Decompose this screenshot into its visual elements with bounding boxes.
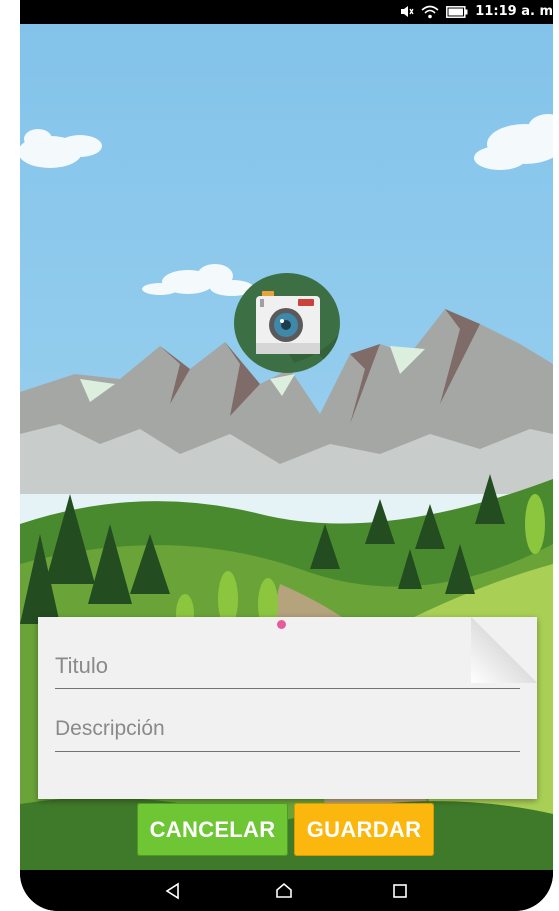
navigation-bar: [20, 870, 553, 911]
back-icon[interactable]: [161, 879, 185, 903]
status-bar: 11:19 a. m: [20, 0, 553, 24]
description-input[interactable]: [55, 707, 520, 751]
note-form-card: [38, 617, 537, 799]
save-button[interactable]: GUARDAR: [294, 803, 434, 856]
battery-icon: [446, 5, 468, 18]
pin-dot: [277, 620, 286, 629]
title-input[interactable]: [55, 644, 520, 688]
camera-button[interactable]: [234, 273, 340, 373]
camera-icon: [256, 291, 340, 373]
clock: 11:19 a. m: [475, 4, 553, 19]
phone-screen: 11:19 a. m Titulo Descripción CANCELAR G…: [20, 0, 553, 911]
status-icons: 11:19 a. m: [400, 4, 553, 19]
description-field: [55, 707, 520, 752]
cancel-button[interactable]: CANCELAR: [137, 803, 288, 856]
title-field: [55, 644, 520, 689]
mute-icon: [401, 6, 414, 17]
home-icon[interactable]: [272, 879, 296, 903]
wifi-icon: [421, 5, 439, 18]
recents-icon[interactable]: [388, 879, 412, 903]
